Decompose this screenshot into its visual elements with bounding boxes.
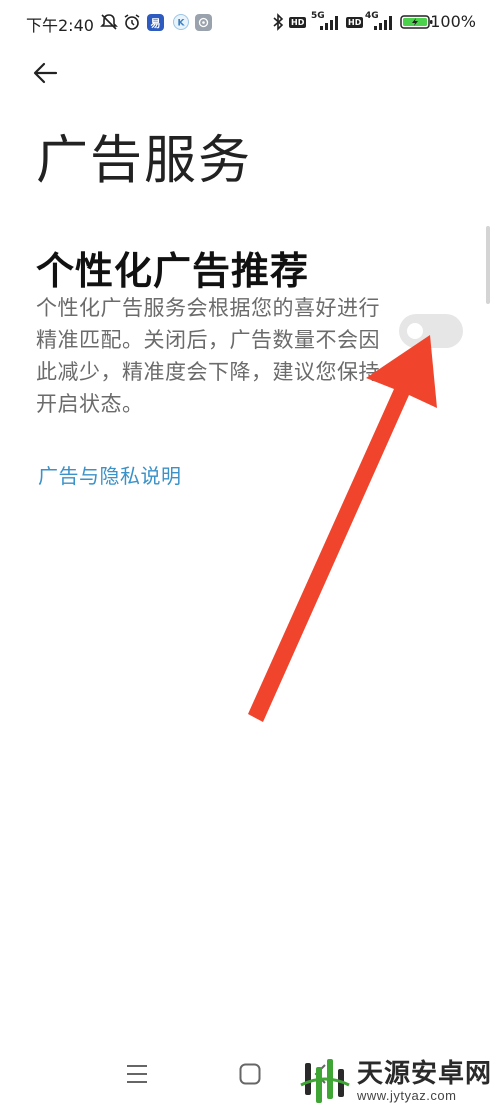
toggle-knob — [407, 323, 423, 339]
menu-icon — [127, 1065, 147, 1083]
hd-icon: HD — [289, 16, 307, 28]
app-icon — [195, 12, 212, 32]
privacy-link[interactable]: 广告与隐私说明 — [38, 460, 182, 489]
home-button[interactable] — [228, 1054, 272, 1094]
mute-bell-icon — [100, 12, 118, 32]
k-app-icon: K — [172, 12, 190, 32]
signal-icon: 4G — [365, 11, 395, 32]
watermark-url: www.jytyaz.com — [356, 1088, 457, 1103]
back-arrow-icon — [33, 62, 58, 84]
hd-icon: HD — [346, 16, 364, 28]
svg-text:K: K — [178, 19, 186, 29]
status-time: 下午2:40 — [26, 16, 94, 35]
watermark-logo-icon — [300, 1059, 350, 1103]
battery-charging-icon — [400, 12, 434, 32]
watermark-name: 天源安卓网 — [356, 1059, 492, 1089]
page-title: 广告服务 — [36, 131, 253, 191]
watermark: 天源安卓网 www.jytyaz.com — [299, 1055, 492, 1107]
menu-button[interactable] — [115, 1054, 159, 1094]
battery-percent: 100% — [430, 12, 476, 31]
personalized-ads-toggle[interactable] — [399, 314, 463, 348]
status-bar: 下午2:40 易 K HD 5G HD 4G 100% — [0, 0, 500, 44]
setting-title: 个性化广告推荐 — [36, 249, 310, 293]
setting-description: 个性化广告服务会根据您的喜好进行精准匹配。关闭后，广告数量不会因此减少，精准度会… — [36, 296, 380, 416]
app-icon: 易 — [147, 12, 164, 32]
signal-icon: 5G — [311, 11, 343, 32]
bluetooth-icon — [272, 12, 284, 32]
scrollbar[interactable] — [486, 226, 490, 304]
alarm-icon — [123, 12, 141, 32]
home-icon — [239, 1063, 261, 1085]
back-button[interactable] — [30, 58, 70, 94]
